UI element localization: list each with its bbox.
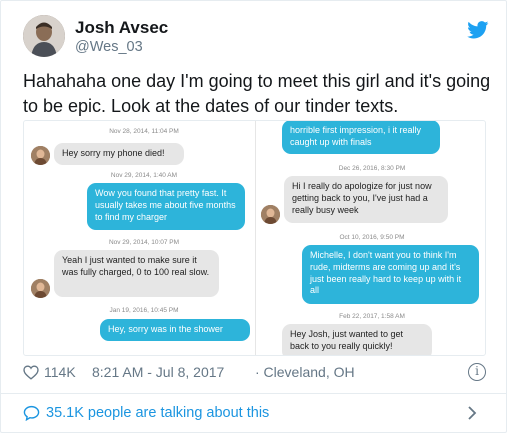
twitter-logo-icon[interactable] — [467, 21, 489, 39]
message-timestamp: Nov 29, 2014, 1:40 AM — [110, 172, 178, 179]
message-timestamp: Feb 22, 2017, 1:58 AM — [339, 313, 405, 320]
comment-icon — [23, 405, 40, 421]
message-bubble-sent: horrible first impression, i it really c… — [282, 121, 440, 154]
message-timestamp: Nov 28, 2014, 11:04 PM — [109, 128, 179, 135]
author-handle[interactable]: @Wes_03 — [75, 39, 143, 55]
tinder-screenshot[interactable]: Nov 28, 2014, 11:04 PM Hey sorry my phon… — [23, 120, 486, 356]
info-icon[interactable]: i — [468, 363, 486, 381]
message-timestamp: Jan 19, 2016, 10:45 PM — [109, 307, 179, 314]
message-bubble-sent: Michelle, I don't want you to think I'm … — [302, 245, 479, 304]
panel-divider — [255, 121, 256, 355]
tweet-timestamp[interactable]: 8:21 AM - Jul 8, 2017 — [92, 364, 224, 380]
tweet-meta: 114K 8:21 AM - Jul 8, 2017 · Cleveland, … — [23, 363, 493, 383]
match-avatar — [31, 146, 50, 165]
tweet-location[interactable]: · Cleveland, OH — [255, 364, 355, 380]
author-avatar[interactable] — [23, 15, 65, 57]
tweet-card: Josh Avsec @Wes_03 Hahahaha one day I'm … — [0, 0, 507, 433]
tweet-text: Hahahaha one day I'm going to meet this … — [23, 71, 491, 116]
message-bubble-received: Hey Josh, just wanted to get back to you… — [282, 324, 432, 355]
message-bubble-sent: Wow you found that pretty fast. It usual… — [87, 183, 245, 230]
message-bubble-received: Yeah I just wanted to make sure it was f… — [54, 250, 219, 297]
like-count[interactable]: 114K — [44, 364, 76, 380]
match-avatar — [261, 205, 280, 224]
message-bubble-received: Hey sorry my phone died! — [54, 143, 184, 165]
message-timestamp: Oct 10, 2016, 9:50 PM — [339, 234, 405, 241]
message-timestamp: Nov 29, 2014, 10:07 PM — [108, 239, 180, 246]
heart-icon[interactable] — [23, 365, 39, 380]
conversation-footer[interactable]: 35.1K people are talking about this — [1, 393, 506, 432]
conversation-link[interactable]: 35.1K people are talking about this — [46, 405, 269, 421]
chevron-right-icon[interactable] — [467, 406, 477, 420]
message-bubble-received: Hi I really do apologize for just now ge… — [284, 176, 448, 223]
author-name[interactable]: Josh Avsec — [75, 18, 168, 38]
match-avatar — [31, 279, 50, 298]
message-timestamp: Dec 26, 2016, 8:30 PM — [338, 165, 406, 172]
message-bubble-sent: Hey, sorry was in the shower — [100, 319, 250, 341]
